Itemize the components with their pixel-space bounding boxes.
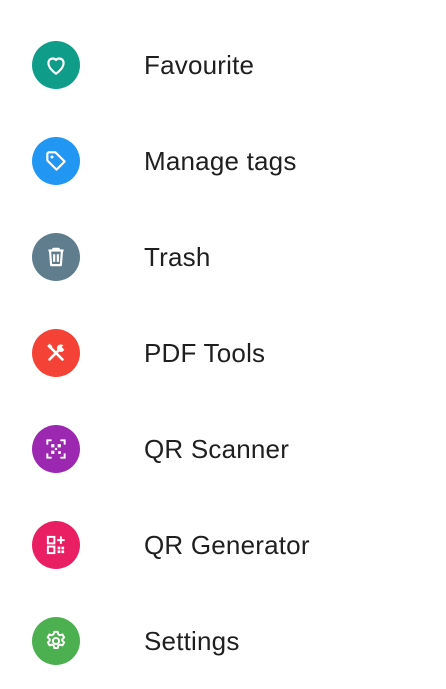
drawer-menu: Favourite Manage tags Trash PDF Tools QR… [0,0,446,685]
menu-item-label: Favourite [144,50,255,80]
menu-item-trash[interactable]: Trash [0,209,446,305]
menu-item-label: PDF Tools [144,338,266,368]
tools-icon [32,329,80,377]
gear-icon [32,617,80,665]
trash-icon [32,233,80,281]
menu-item-pdf-tools[interactable]: PDF Tools [0,305,446,401]
menu-item-manage-tags[interactable]: Manage tags [0,113,446,209]
menu-item-label: QR Generator [144,530,310,560]
menu-item-qr-generator[interactable]: QR Generator [0,497,446,593]
menu-item-qr-scanner[interactable]: QR Scanner [0,401,446,497]
menu-item-label: Trash [144,242,211,272]
menu-item-label: Manage tags [144,146,297,176]
heart-icon [32,41,80,89]
menu-item-label: Settings [144,626,240,656]
tag-icon [32,137,80,185]
menu-item-favourite[interactable]: Favourite [0,17,446,113]
qr-generate-icon [32,521,80,569]
menu-item-label: QR Scanner [144,434,290,464]
qr-scan-icon [32,425,80,473]
menu-item-settings[interactable]: Settings [0,593,446,689]
